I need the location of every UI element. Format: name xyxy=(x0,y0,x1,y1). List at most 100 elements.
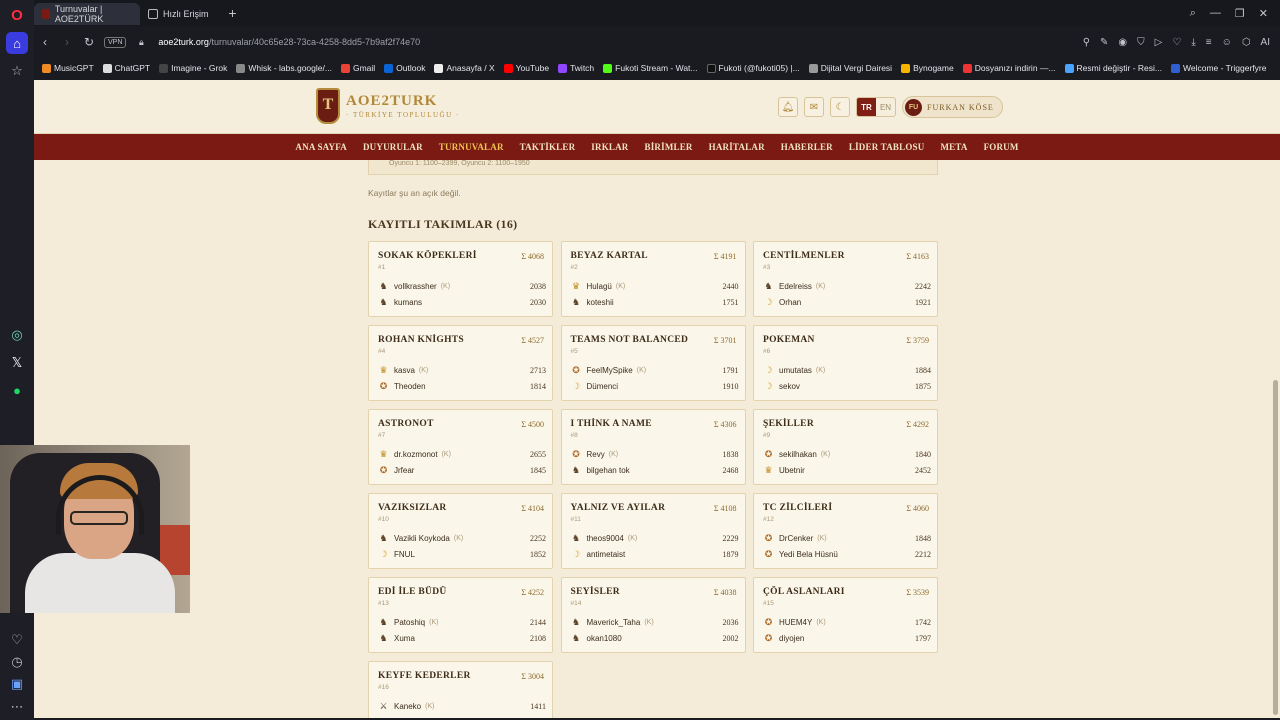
lang-en-button[interactable]: EN xyxy=(876,98,895,116)
team-card[interactable]: I THİNK A NAME Σ 4306 #8 ✪ Revy (K) 1838 ♞ bilge… xyxy=(560,409,746,485)
lang-tr-button[interactable]: TR xyxy=(857,98,876,116)
player-row[interactable]: ♞ Maverick_Taha (K) 2036 xyxy=(571,616,739,628)
team-card[interactable]: EDİ İLE BÜDÜ Σ 4252 #13 ♞ Patoshiq (K) 2144 ♞ Xu… xyxy=(368,577,553,653)
player-row[interactable]: ☽ umutatas (K) 1884 xyxy=(763,364,931,376)
lock-icon[interactable]: 🔒︎ xyxy=(130,37,152,48)
menu-icon[interactable]: ≡ xyxy=(1206,37,1212,48)
moon-icon[interactable]: ☾ xyxy=(830,97,850,117)
bookmark-kick[interactable]: Fukoti Stream - Wat... xyxy=(603,63,698,73)
player-row[interactable]: ♞ koteshii 1751 xyxy=(571,296,739,308)
minimize-icon[interactable]: — xyxy=(1210,7,1221,20)
user-menu[interactable]: FU FURKAN KÖSE xyxy=(902,96,1003,118)
reload-icon[interactable]: ↻ xyxy=(78,35,100,49)
spotify-icon[interactable]: ● xyxy=(6,379,28,401)
player-row[interactable]: ☽ sekov 1875 xyxy=(763,380,931,392)
team-card[interactable]: CENTİLMENLER Σ 4163 #3 ♞ Edelreiss (K) 2242 ☽ Or… xyxy=(753,241,938,317)
page-scrollbar[interactable] xyxy=(1273,380,1278,715)
nav-haritalar[interactable]: HARİTALAR xyxy=(701,142,773,152)
new-tab-button[interactable]: + xyxy=(223,3,243,23)
forward-icon[interactable]: › xyxy=(56,35,78,49)
opera-logo-icon[interactable]: O xyxy=(6,4,28,26)
bookmark-triggerfyre[interactable]: Welcome - Triggerfyre xyxy=(1171,63,1266,73)
edit-icon[interactable]: ✎ xyxy=(1100,37,1108,48)
nav-forum[interactable]: FORUM xyxy=(976,142,1027,152)
tab-hizli-erisim[interactable]: Hızlı Erişim xyxy=(140,3,217,25)
nav-duyurular[interactable]: DUYURULAR xyxy=(355,142,431,152)
player-row[interactable]: ✪ Jrfear 1845 xyxy=(378,464,546,476)
player-row[interactable]: ✪ sekilhakan (K) 1840 xyxy=(763,448,931,460)
player-row[interactable]: ♛ kasva (K) 2713 xyxy=(378,364,546,376)
maximize-icon[interactable]: ❐ xyxy=(1235,7,1245,20)
bookmark-dosya[interactable]: Dosyanızı indirin —... xyxy=(962,63,1056,73)
nav-taktikler[interactable]: TAKTİKLER xyxy=(512,142,584,152)
bookmark-whisk[interactable]: Whisk - labs.google/... xyxy=(236,63,332,73)
bookmark-x[interactable]: Anasayfa / X xyxy=(434,63,495,73)
vpn-badge[interactable]: VPN xyxy=(104,36,127,48)
player-row[interactable]: ☽ FNUL 1852 xyxy=(378,548,546,560)
site-logo-text[interactable]: AOE2TURK xyxy=(346,93,437,110)
url-field[interactable]: aoe2turk.org/turnuvalar/40c65e28-73ca-42… xyxy=(158,37,420,47)
team-card[interactable]: YALNIZ VE AYILAR Σ 4108 #11 ♞ theos9004 (K) 22… xyxy=(560,493,746,569)
nav-lider-tablosu[interactable]: LİDER TABLOSU xyxy=(841,142,933,152)
download-icon[interactable]: ⤓ xyxy=(1191,37,1195,48)
player-row[interactable]: ♞ bilgehan tok 2468 xyxy=(571,464,739,476)
extensions-icon[interactable]: ⬡ xyxy=(1242,37,1251,48)
team-card[interactable]: VAZIKSIZLAR Σ 4104 #10 ♞ Vazikli Koykoda (K) 2… xyxy=(368,493,553,569)
team-card[interactable]: ROHAN KNİGHTS Σ 4527 #4 ♛ kasva (K) 2713 ✪ Theod… xyxy=(368,325,553,401)
team-card[interactable]: BEYAZ KARTAL Σ 4191 #2 ♛ Hulagü (K) 2440 ♞ kotes… xyxy=(560,241,746,317)
player-row[interactable]: ☽ Orhan 1921 xyxy=(763,296,931,308)
tab-turnuvalar[interactable]: Turnuvalar | AOE2TÜRK xyxy=(34,3,140,25)
player-row[interactable]: ✪ diyojen 1797 xyxy=(763,632,931,644)
bell-icon[interactable]: 🔔︎ xyxy=(778,97,798,117)
bookmark-twitch[interactable]: Twitch xyxy=(558,63,594,73)
back-icon[interactable]: ‹ xyxy=(34,35,56,49)
play-icon[interactable]: ▷ xyxy=(1155,37,1163,48)
bookmark-gmail[interactable]: Gmail xyxy=(340,63,375,73)
team-card[interactable]: KEYFE KEDERLER Σ 3004 #16 ⚔ Kaneko (K) 1411 xyxy=(368,661,553,718)
profile-icon[interactable]: ☺ xyxy=(1222,37,1232,48)
nav-irklar[interactable]: IRKLAR xyxy=(583,142,636,152)
team-card[interactable]: ASTRONOT Σ 4500 #7 ♛ dr.kozmonot (K) 2655 ✪ Jrfe… xyxy=(368,409,553,485)
x-twitter-icon[interactable]: 𝕏 xyxy=(6,352,28,374)
team-card[interactable]: POKEMAN Σ 3759 #6 ☽ umutatas (K) 1884 ☽ sekov 187… xyxy=(753,325,938,401)
site-logo-icon[interactable]: T xyxy=(316,88,340,124)
player-row[interactable]: ♞ okan1080 2002 xyxy=(571,632,739,644)
player-row[interactable]: ✪ FeelMySpike (K) 1791 xyxy=(571,364,738,376)
team-card[interactable]: ÇÖL ASLANLARI Σ 3539 #15 ✪ HUEM4Y (K) 1742 ✪ diy… xyxy=(753,577,938,653)
heart-icon[interactable]: ♡ xyxy=(6,629,28,651)
zoom-icon[interactable]: ⚲ xyxy=(1083,37,1090,48)
cube-icon[interactable]: ▣ xyxy=(6,673,28,695)
player-row[interactable]: ✪ Theoden 1814 xyxy=(378,380,546,392)
player-row[interactable]: ♞ vollkrassher (K) 2038 xyxy=(378,280,546,292)
shield-icon[interactable]: ⛉ xyxy=(1137,37,1145,48)
search-icon[interactable]: ⌕ xyxy=(1190,7,1196,20)
player-row[interactable]: ♞ Xuma 2108 xyxy=(378,632,546,644)
camera-icon[interactable]: ◉ xyxy=(1118,37,1127,48)
bookmark-youtube[interactable]: YouTube xyxy=(503,63,549,73)
bookmark-grok[interactable]: Imagine - Grok xyxy=(159,63,227,73)
star-icon[interactable]: ☆ xyxy=(6,60,28,82)
player-row[interactable]: ✪ HUEM4Y (K) 1742 xyxy=(763,616,931,628)
bookmark-vergi[interactable]: Dijital Vergi Dairesi xyxy=(808,63,892,73)
bookmark-resim[interactable]: Resmi değiştir - Resi... xyxy=(1064,63,1162,73)
bookmark-chatgpt[interactable]: ChatGPT xyxy=(102,63,150,73)
player-row[interactable]: ♛ Ubetnir 2452 xyxy=(763,464,931,476)
bookmark-musicgpt[interactable]: MusicGPT xyxy=(42,63,94,73)
player-row[interactable]: ✪ Revy (K) 1838 xyxy=(571,448,738,460)
player-row[interactable]: ✪ Yedi Bela Hüsnü 2212 xyxy=(763,548,931,560)
player-row[interactable]: ☽ Dümenci 1910 xyxy=(571,380,739,392)
heart-icon[interactable]: ♡ xyxy=(1172,37,1181,48)
history-icon[interactable]: ◷ xyxy=(6,651,28,673)
nav-turnuvalar[interactable]: TURNUVALAR xyxy=(431,142,512,152)
bookmark-tiktok[interactable]: Fukoti (@fukoti05) |... xyxy=(706,63,800,73)
team-card[interactable]: ŞEKİLLER Σ 4292 #9 ✪ sekilhakan (K) 1840 ♛ Ubetn… xyxy=(753,409,938,485)
mail-icon[interactable]: ✉︎ xyxy=(804,97,824,117)
nav-haberler[interactable]: HABERLER xyxy=(773,142,841,152)
team-card[interactable]: SEYİSLER Σ 4038 #14 ♞ Maverick_Taha (K) 2036 ♞ o… xyxy=(560,577,746,653)
team-card[interactable]: TC ZİLCİLERİ Σ 4060 #12 ✪ DrCenker (K) 1848 ✪ Ye… xyxy=(753,493,938,569)
player-row[interactable]: ♞ kumans 2030 xyxy=(378,296,546,308)
close-icon[interactable]: ✕ xyxy=(1259,7,1268,20)
player-row[interactable]: ♞ Patoshiq (K) 2144 xyxy=(378,616,546,628)
player-row[interactable]: ♛ dr.kozmonot (K) 2655 xyxy=(378,448,546,460)
team-card[interactable]: TEAMS NOT BALANCED Σ 3701 #5 ✪ FeelMySpike (K… xyxy=(560,325,746,401)
